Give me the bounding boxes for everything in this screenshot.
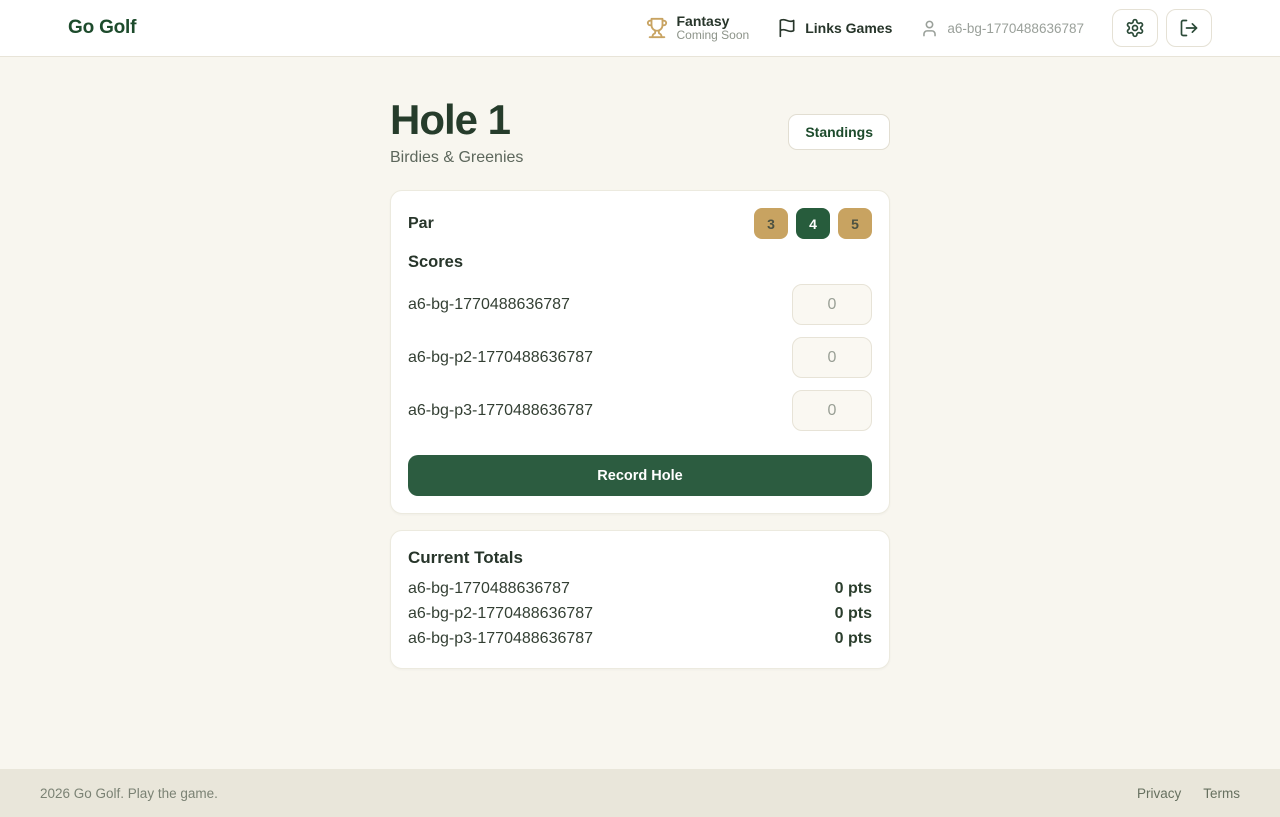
par-label: Par [408, 215, 434, 233]
score-row: a6-bg-p2-1770488636787 [408, 337, 872, 378]
player-points: 0 pts [835, 605, 872, 623]
trophy-icon [646, 17, 668, 39]
score-input-player-2[interactable] [792, 337, 872, 378]
terms-link[interactable]: Terms [1203, 786, 1240, 801]
par-option-4-selected[interactable]: 4 [796, 208, 830, 239]
brand-logo[interactable]: Go Golf [68, 17, 136, 39]
score-input-player-1[interactable] [792, 284, 872, 325]
record-hole-button[interactable]: Record Hole [408, 455, 872, 496]
player-name: a6-bg-p2-1770488636787 [408, 349, 593, 367]
scores-heading: Scores [408, 253, 872, 272]
total-row: a6-bg-p2-1770488636787 0 pts [408, 601, 872, 626]
page-footer: 2026 Go Golf. Play the game. Privacy Ter… [0, 769, 1280, 817]
player-name: a6-bg-p3-1770488636787 [408, 402, 593, 420]
par-option-5[interactable]: 5 [838, 208, 872, 239]
player-points: 0 pts [835, 630, 872, 648]
copyright-text: 2026 Go Golf. Play the game. [40, 786, 218, 801]
total-row: a6-bg-1770488636787 0 pts [408, 576, 872, 601]
current-totals-card: Current Totals a6-bg-1770488636787 0 pts… [390, 530, 890, 669]
score-row: a6-bg-1770488636787 [408, 284, 872, 325]
score-card: Par 3 4 5 Scores a6-bg-1770488636787 a6-… [390, 190, 890, 514]
fantasy-label: Fantasy [676, 13, 749, 29]
page-subtitle: Birdies & Greenies [390, 149, 523, 167]
player-name: a6-bg-1770488636787 [408, 296, 570, 314]
standings-button[interactable]: Standings [788, 114, 890, 150]
page-title: Hole 1 [390, 97, 523, 143]
privacy-link[interactable]: Privacy [1137, 786, 1181, 801]
nav-item-links-games[interactable]: Links Games [777, 18, 892, 38]
player-name: a6-bg-1770488636787 [408, 580, 570, 598]
links-games-label: Links Games [805, 20, 892, 36]
user-icon [920, 19, 939, 38]
player-points: 0 pts [835, 580, 872, 598]
nav-item-user: a6-bg-1770488636787 [920, 19, 1084, 38]
top-navbar: Go Golf Fantasy Coming Soon [0, 0, 1280, 57]
main-content: Hole 1 Birdies & Greenies Standings Par … [0, 57, 1280, 669]
player-name: a6-bg-p2-1770488636787 [408, 605, 593, 623]
par-options: 3 4 5 [754, 208, 872, 239]
par-option-3[interactable]: 3 [754, 208, 788, 239]
score-input-player-3[interactable] [792, 390, 872, 431]
nav-item-fantasy[interactable]: Fantasy Coming Soon [646, 13, 749, 43]
fantasy-sublabel: Coming Soon [676, 29, 749, 43]
flag-icon [777, 18, 797, 38]
user-id-label: a6-bg-1770488636787 [947, 21, 1084, 36]
totals-heading: Current Totals [408, 548, 872, 568]
settings-button[interactable] [1112, 9, 1158, 47]
gear-icon [1125, 18, 1145, 38]
logout-button[interactable] [1166, 9, 1212, 47]
logout-icon [1179, 18, 1199, 38]
nav-menu: Fantasy Coming Soon Links Games [646, 9, 1212, 47]
player-name: a6-bg-p3-1770488636787 [408, 630, 593, 648]
total-row: a6-bg-p3-1770488636787 0 pts [408, 626, 872, 651]
score-row: a6-bg-p3-1770488636787 [408, 390, 872, 431]
